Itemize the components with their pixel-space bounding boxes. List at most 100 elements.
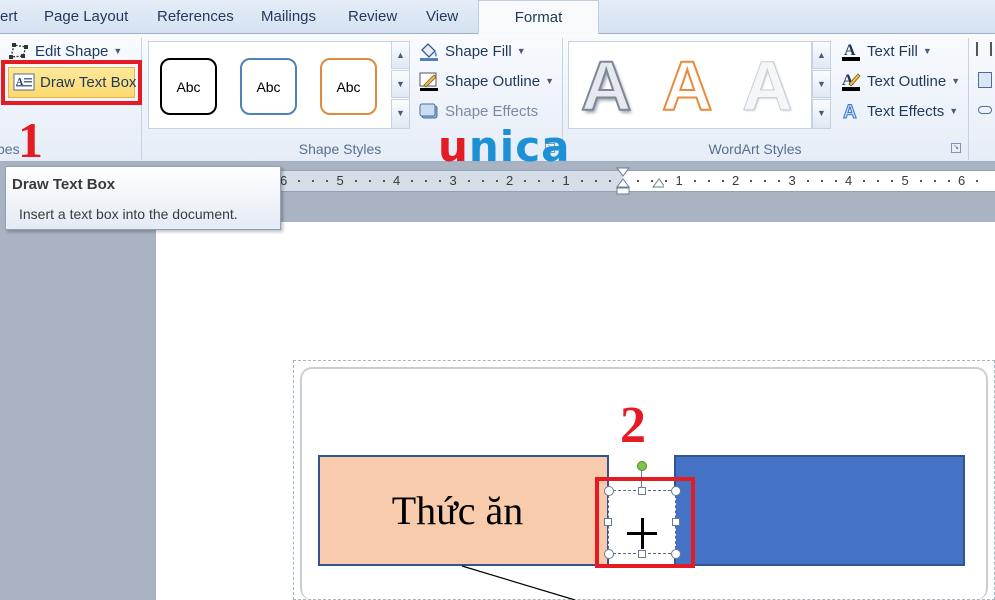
ruler-tick [481, 180, 484, 182]
shape-outline-label: Shape Outline [445, 72, 541, 90]
tab-mailings[interactable]: Mailings [261, 8, 316, 25]
ruler-tick [368, 180, 371, 182]
ruler-tick [750, 180, 753, 182]
shape-effects-button[interactable]: Shape Effects [418, 101, 538, 121]
wordart-sample-white[interactable]: A [742, 47, 794, 126]
ruler-tick [495, 180, 498, 182]
shape-effects-icon [419, 103, 438, 119]
ruler-tick [863, 180, 866, 182]
wordart-scroll-down-button[interactable]: ▼ [812, 70, 831, 98]
ruler-tick [891, 180, 894, 182]
text-fill-icon: A [842, 42, 860, 61]
ruler-number: 2 [506, 173, 514, 188]
shape-fill-button[interactable]: Shape Fill ▼ [418, 41, 526, 61]
create-link-icon[interactable] [978, 106, 992, 114]
text-effects-icon: A [843, 102, 858, 122]
wordart-sample-orange-outline[interactable]: A [661, 46, 714, 126]
ruler-number: 6 [280, 173, 288, 188]
indent-markers[interactable] [614, 167, 664, 197]
ruler-tick [425, 180, 428, 182]
text-outline-label: Text Outline [867, 72, 947, 90]
tab-format[interactable]: Format [478, 0, 599, 35]
dropdown-arrow-icon: ▼ [949, 106, 959, 116]
shape-style-sample-black[interactable]: Abc [160, 58, 217, 115]
ruler-number: 4 [393, 173, 401, 188]
text-outline-button[interactable]: A Text Outline ▼ [840, 71, 960, 91]
paint-bucket-icon [420, 43, 438, 61]
shape-style-sample-blue[interactable]: Abc [240, 58, 297, 115]
ruler-tick [919, 180, 922, 182]
group-divider [968, 38, 969, 160]
shape-fill-label: Shape Fill [445, 42, 512, 60]
ruler-tick [326, 180, 329, 182]
shape-outline-button[interactable]: Shape Outline ▼ [418, 71, 554, 91]
dropdown-arrow-icon: ▼ [113, 46, 123, 56]
wordart-styles-dialog-launcher[interactable]: ↘ [951, 143, 961, 153]
text-effects-label: Text Effects [867, 102, 945, 120]
edit-shape-icon [9, 43, 28, 59]
ruler-tick [594, 180, 597, 182]
shape-styles-gallery[interactable]: Abc Abc Abc [148, 41, 410, 129]
ruler-tick [467, 180, 470, 182]
step-2-highlight [595, 477, 695, 568]
text-direction-icon[interactable] [976, 42, 992, 56]
tab-view[interactable]: View [426, 8, 458, 25]
text-fill-button[interactable]: A Text Fill ▼ [840, 41, 932, 61]
food-rectangle[interactable]: Thức ăn [318, 455, 609, 566]
ruler-number: 3 [788, 173, 796, 188]
edit-shape-label: Edit Shape [35, 42, 109, 60]
dropdown-arrow-icon: ▼ [922, 46, 932, 56]
gallery-scroll-up-button[interactable]: ▲ [391, 41, 410, 69]
draw-text-box-tooltip: Draw Text Box Insert a text box into the… [5, 166, 281, 230]
draw-text-box-button[interactable]: A Draw Text Box [8, 67, 137, 98]
ruler-tick [538, 180, 541, 182]
shape-style-sample-orange[interactable]: Abc [320, 58, 377, 115]
gallery-more-button[interactable]: ▼ [391, 99, 410, 129]
ruler-tick [806, 180, 809, 182]
blue-rectangle[interactable] [674, 455, 965, 566]
shape-styles-group-label: Shape Styles [298, 141, 382, 157]
tooltip-title: Draw Text Box [12, 176, 116, 193]
ruler-tick [820, 180, 823, 182]
tooltip-description: Insert a text box into the document. [19, 206, 238, 222]
text-outline-icon: A [842, 72, 861, 91]
gallery-scroll-down-button[interactable]: ▼ [391, 70, 410, 98]
align-text-icon[interactable] [978, 72, 992, 88]
ruler-tick [580, 180, 583, 182]
draw-text-box-label: Draw Text Box [40, 73, 137, 91]
tab-insert[interactable]: ert [0, 8, 18, 25]
ruler-tick [764, 180, 767, 182]
ruler-tick [439, 180, 442, 182]
tab-page-layout[interactable]: Page Layout [44, 8, 128, 25]
wordart-more-button[interactable]: ▼ [812, 99, 831, 129]
ruler-tick [552, 180, 555, 182]
text-box-icon: A [13, 73, 35, 91]
ruler-tick [877, 180, 880, 182]
tab-references[interactable]: References [157, 8, 234, 25]
ruler-tick [834, 180, 837, 182]
wordart-styles-gallery[interactable]: A A A [568, 41, 812, 129]
edit-shape-button[interactable]: Edit Shape ▼ [8, 42, 122, 60]
pencil-icon [419, 72, 438, 91]
ruler-tick [933, 180, 936, 182]
wordart-sample-silver[interactable]: A [580, 46, 633, 126]
svg-text:A: A [843, 102, 857, 121]
dropdown-arrow-icon: ▼ [951, 76, 961, 86]
text-effects-button[interactable]: A Text Effects ▼ [840, 101, 959, 122]
dropdown-arrow-icon: ▼ [545, 76, 554, 86]
ribbon-tab-bar: ert Page Layout References Mailings Revi… [0, 0, 995, 35]
ruler-number: 5 [336, 173, 344, 188]
ruler-number: 1 [675, 173, 683, 188]
wordart-styles-group-label: WordArt Styles [708, 141, 802, 157]
ruler-number: 5 [901, 173, 909, 188]
ruler-number: 3 [449, 173, 457, 188]
dropdown-arrow-icon: ▼ [516, 46, 526, 56]
food-label: Thức ăn [391, 488, 524, 533]
ruler-tick [354, 180, 357, 182]
wordart-scroll-up-button[interactable]: ▲ [812, 41, 831, 69]
tab-review[interactable]: Review [348, 8, 397, 25]
rotation-handle[interactable] [637, 461, 647, 471]
step-1-highlight: A Draw Text Box [1, 60, 142, 105]
ruler-number: 4 [845, 173, 853, 188]
ruler-tick [411, 180, 414, 182]
